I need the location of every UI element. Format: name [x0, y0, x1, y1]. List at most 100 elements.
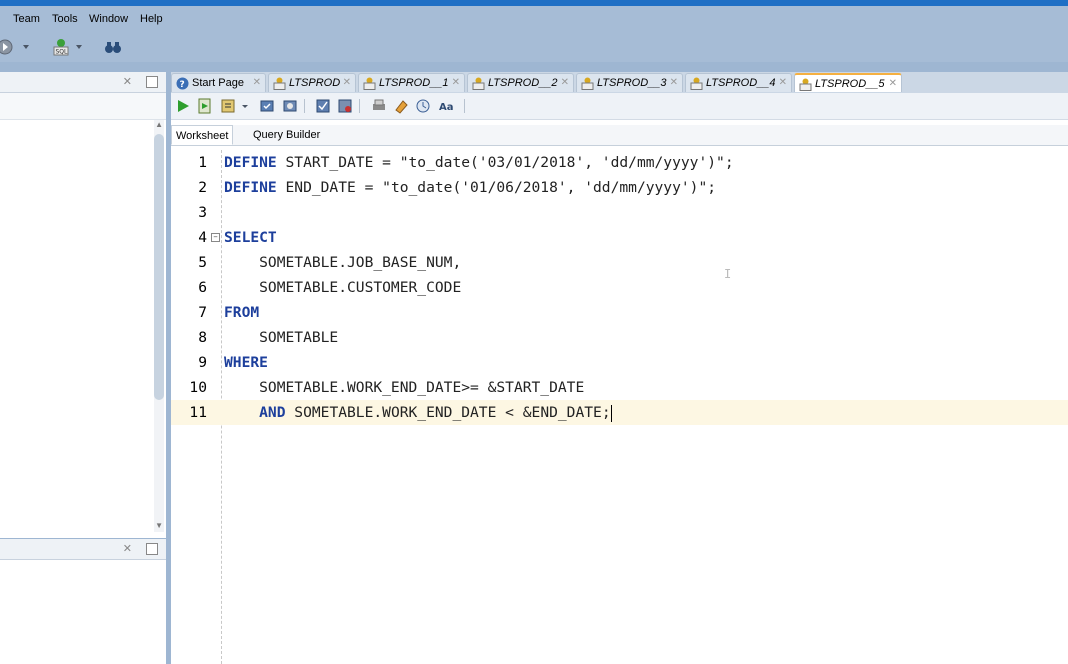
close-icon[interactable]: ✕ — [452, 74, 460, 92]
close-icon[interactable]: ✕ — [779, 74, 787, 92]
close-icon[interactable]: ✕ — [889, 75, 897, 93]
svg-text:Aa: Aa — [439, 102, 454, 113]
line-number: 3 — [198, 204, 207, 221]
code-text: SOMETABLE.WORK_END_DATE < &END_DATE; — [285, 404, 611, 421]
scrollbar-thumb[interactable] — [154, 134, 164, 400]
code-text: START_DATE = "to_date('03/01/2018', 'dd/… — [276, 154, 734, 171]
svg-text:?: ? — [180, 80, 185, 90]
run-script-icon[interactable] — [197, 98, 213, 114]
binoculars-icon[interactable] — [104, 38, 122, 56]
menu-team[interactable]: Team — [13, 13, 40, 25]
chevron-down-icon[interactable] — [240, 98, 250, 114]
sql-icon — [799, 78, 812, 91]
rollback-icon[interactable] — [282, 98, 298, 114]
sql-connection-icon[interactable]: SQL — [52, 38, 70, 56]
close-icon[interactable]: ✕ — [253, 74, 261, 92]
menu-bar: Team Tools Window Help — [0, 6, 1068, 32]
sql-icon — [690, 77, 703, 90]
minimize-icon[interactable] — [146, 543, 158, 555]
editor-area: ? Start Page ✕ LTSPROD ✕ LTSPROD__1 ✕ LT… — [171, 72, 1068, 664]
sql-keyword: WHERE — [224, 354, 268, 371]
sql-keyword: AND — [224, 404, 286, 421]
close-icon[interactable]: ✕ — [561, 74, 569, 92]
close-icon[interactable]: ✕ — [670, 74, 678, 92]
line-number: 5 — [198, 254, 207, 271]
panel-header: ✕ — [0, 538, 166, 560]
scroll-down-icon[interactable]: ▼ — [155, 521, 163, 530]
worksheet-subtabs: Worksheet Query Builder — [171, 125, 1068, 146]
sql-icon — [581, 77, 594, 90]
explain-plan-icon[interactable] — [315, 98, 331, 114]
printer-icon[interactable] — [371, 98, 387, 114]
code-text: END_DATE = "to_date('01/06/2018', 'dd/mm… — [276, 179, 717, 196]
sql-keyword: DEFINE — [224, 179, 277, 196]
close-icon[interactable]: ✕ — [123, 75, 132, 88]
document-tabs: ? Start Page ✕ LTSPROD ✕ LTSPROD__1 ✕ LT… — [171, 72, 1068, 93]
code-line: 3 — [171, 200, 1068, 225]
tab-label: LTSPROD__4 — [706, 77, 776, 89]
menu-tools[interactable]: Tools — [52, 13, 78, 25]
svg-text:SQL: SQL — [56, 49, 69, 56]
line-number: 7 — [198, 304, 207, 321]
menu-window[interactable]: Window — [89, 13, 128, 25]
commit-icon[interactable] — [259, 98, 275, 114]
panel-header: ✕ — [0, 72, 166, 93]
chevron-down-icon[interactable] — [73, 38, 85, 56]
current-code-line: 11 AND SOMETABLE.WORK_END_DATE < &END_DA… — [171, 400, 1068, 425]
sql-icon — [363, 77, 376, 90]
code-line: 5 SOMETABLE.JOB_BASE_NUM, — [171, 250, 1068, 275]
tab-worksheet[interactable]: Worksheet — [171, 125, 234, 145]
line-number: 11 — [189, 404, 207, 421]
line-number: 6 — [198, 279, 207, 296]
mouse-ibeam-cursor-icon: I — [724, 267, 732, 281]
code-line: 10 SOMETABLE.WORK_END_DATE>= &START_DATE — [171, 375, 1068, 400]
tab-ltsprod-4[interactable]: LTSPROD__4 ✕ — [685, 73, 792, 92]
code-line: 8 SOMETABLE — [171, 325, 1068, 350]
tab-ltsprod-3[interactable]: LTSPROD__3 ✕ — [576, 73, 683, 92]
tab-ltsprod-5[interactable]: LTSPROD__5 ✕ — [794, 73, 902, 92]
tab-ltsprod[interactable]: LTSPROD ✕ — [268, 73, 356, 92]
forward-nav-icon[interactable] — [0, 38, 14, 56]
code-text: SOMETABLE.WORK_END_DATE>= &START_DATE — [224, 379, 585, 396]
main-toolbar: SQL — [0, 32, 1068, 62]
tab-start-page[interactable]: ? Start Page ✕ — [171, 73, 266, 92]
code-text: SOMETABLE.JOB_BASE_NUM, — [224, 254, 462, 271]
sql-keyword: FROM — [224, 304, 260, 321]
chevron-down-icon[interactable] — [20, 38, 32, 56]
close-icon[interactable]: ✕ — [343, 74, 351, 92]
tab-label: LTSPROD__1 — [379, 77, 449, 89]
line-number: 2 — [198, 179, 207, 196]
tab-label: LTSPROD__3 — [597, 77, 667, 89]
sql-code-editor[interactable]: 1 DEFINE START_DATE = "to_date('03/01/20… — [171, 150, 1068, 664]
sql-tuning-icon[interactable] — [337, 98, 353, 114]
scroll-up-icon[interactable]: ▲ — [155, 120, 163, 129]
text-caret — [610, 404, 612, 422]
tab-label: LTSPROD — [289, 77, 341, 89]
code-line: 4 − SELECT — [171, 225, 1068, 250]
fold-collapse-icon[interactable]: − — [211, 233, 220, 242]
left-navigator-panel: ✕ ▲ ▼ ✕ — [0, 72, 166, 664]
tab-label: LTSPROD__2 — [488, 77, 558, 89]
format-text-icon[interactable]: Aa — [439, 98, 455, 114]
help-icon: ? — [176, 77, 189, 90]
line-number: 10 — [189, 379, 207, 396]
tab-query-builder[interactable]: Query Builder — [249, 125, 324, 145]
menu-help[interactable]: Help — [140, 13, 163, 25]
tab-ltsprod-1[interactable]: LTSPROD__1 ✕ — [358, 73, 465, 92]
history-icon[interactable] — [415, 98, 431, 114]
code-line: 9 WHERE — [171, 350, 1068, 375]
code-line: 1 DEFINE START_DATE = "to_date('03/01/20… — [171, 150, 1068, 175]
sql-keyword: SELECT — [224, 229, 277, 246]
minimize-icon[interactable] — [146, 76, 158, 88]
eraser-icon[interactable] — [393, 98, 409, 114]
code-text: SOMETABLE.CUSTOMER_CODE — [224, 279, 462, 296]
autotrace-icon[interactable] — [220, 98, 236, 114]
line-number: 1 — [198, 154, 207, 171]
tab-label: Start Page — [192, 77, 244, 89]
toolbar-separator — [304, 99, 305, 113]
run-statement-icon[interactable] — [175, 98, 191, 114]
toolbar-separator — [359, 99, 360, 113]
close-icon[interactable]: ✕ — [123, 542, 132, 555]
toolbar-separator — [464, 99, 465, 113]
tab-ltsprod-2[interactable]: LTSPROD__2 ✕ — [467, 73, 574, 92]
